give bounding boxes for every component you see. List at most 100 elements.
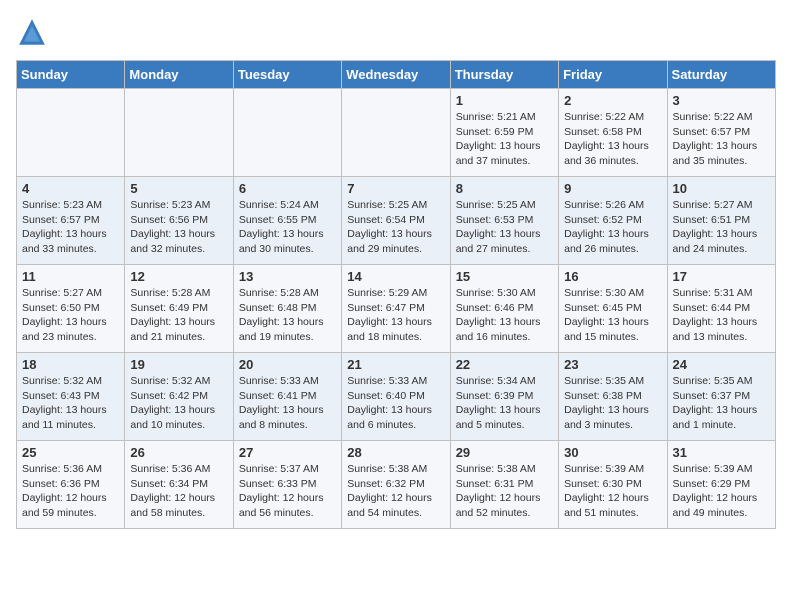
- calendar-cell: 21Sunrise: 5:33 AMSunset: 6:40 PMDayligh…: [342, 353, 450, 441]
- cell-info: Sunrise: 5:23 AMSunset: 6:57 PMDaylight:…: [22, 198, 119, 257]
- day-number: 20: [239, 357, 336, 372]
- cell-info: Sunrise: 5:26 AMSunset: 6:52 PMDaylight:…: [564, 198, 661, 257]
- calendar-cell: 8 Sunrise: 5:25 AMSunset: 6:53 PMDaylight…: [450, 177, 558, 265]
- calendar-cell: 14Sunrise: 5:29 AMSunset: 6:47 PMDayligh…: [342, 265, 450, 353]
- day-number: 27: [239, 445, 336, 460]
- header-day-friday: Friday: [559, 61, 667, 89]
- header-day-wednesday: Wednesday: [342, 61, 450, 89]
- calendar-cell: 11 Sunrise: 5:27 AMSunset: 6:50 PMDayligh…: [17, 265, 125, 353]
- calendar-cell: 29 Sunrise: 5:38 AMSunset: 6:31 PMDayligh…: [450, 441, 558, 529]
- logo: [16, 16, 52, 48]
- cell-info: Sunrise: 5:36 AMSunset: 6:34 PMDaylight:…: [130, 462, 227, 521]
- cell-info: Sunrise: 5:34 AMSunset: 6:39 PMDaylight:…: [456, 374, 553, 433]
- day-number: 12: [130, 269, 227, 284]
- cell-info: Sunrise: 5:28 AMSunset: 6:48 PMDaylight:…: [239, 286, 336, 345]
- calendar-cell: 13 Sunrise: 5:28 AMSunset: 6:48 PMDayligh…: [233, 265, 341, 353]
- header-day-saturday: Saturday: [667, 61, 775, 89]
- calendar-cell: 22 Sunrise: 5:34 AMSunset: 6:39 PMDayligh…: [450, 353, 558, 441]
- calendar-cell: [125, 89, 233, 177]
- calendar-cell: 19Sunrise: 5:32 AMSunset: 6:42 PMDayligh…: [125, 353, 233, 441]
- calendar-cell: 6 Sunrise: 5:24 AMSunset: 6:55 PMDaylight…: [233, 177, 341, 265]
- day-number: 14: [347, 269, 444, 284]
- cell-info: Sunrise: 5:33 AMSunset: 6:41 PMDaylight:…: [239, 374, 336, 433]
- day-number: 21: [347, 357, 444, 372]
- day-number: 18: [22, 357, 119, 372]
- page-header: [16, 16, 776, 48]
- day-number: 4: [22, 181, 119, 196]
- cell-info: Sunrise: 5:24 AMSunset: 6:55 PMDaylight:…: [239, 198, 336, 257]
- header-day-tuesday: Tuesday: [233, 61, 341, 89]
- calendar-cell: 2 Sunrise: 5:22 AMSunset: 6:58 PMDaylight…: [559, 89, 667, 177]
- cell-info: Sunrise: 5:30 AMSunset: 6:45 PMDaylight:…: [564, 286, 661, 345]
- day-number: 17: [673, 269, 770, 284]
- cell-info: Sunrise: 5:23 AMSunset: 6:56 PMDaylight:…: [130, 198, 227, 257]
- day-number: 28: [347, 445, 444, 460]
- day-number: 9: [564, 181, 661, 196]
- cell-info: Sunrise: 5:31 AMSunset: 6:44 PMDaylight:…: [673, 286, 770, 345]
- calendar-cell: 26 Sunrise: 5:36 AMSunset: 6:34 PMDayligh…: [125, 441, 233, 529]
- day-number: 31: [673, 445, 770, 460]
- day-number: 3: [673, 93, 770, 108]
- day-number: 16: [564, 269, 661, 284]
- calendar-cell: 17 Sunrise: 5:31 AMSunset: 6:44 PMDayligh…: [667, 265, 775, 353]
- calendar-cell: 18 Sunrise: 5:32 AMSunset: 6:43 PMDayligh…: [17, 353, 125, 441]
- cell-info: Sunrise: 5:35 AMSunset: 6:37 PMDaylight:…: [673, 374, 770, 433]
- cell-info: Sunrise: 5:27 AMSunset: 6:51 PMDaylight:…: [673, 198, 770, 257]
- cell-info: Sunrise: 5:38 AMSunset: 6:32 PMDaylight:…: [347, 462, 444, 521]
- week-row-1: 1Sunrise: 5:21 AMSunset: 6:59 PMDaylight…: [17, 89, 776, 177]
- calendar-cell: 12 Sunrise: 5:28 AMSunset: 6:49 PMDayligh…: [125, 265, 233, 353]
- calendar-cell: 15 Sunrise: 5:30 AMSunset: 6:46 PMDayligh…: [450, 265, 558, 353]
- cell-info: Sunrise: 5:35 AMSunset: 6:38 PMDaylight:…: [564, 374, 661, 433]
- cell-info: Sunrise: 5:25 AMSunset: 6:54 PMDaylight:…: [347, 198, 444, 257]
- calendar-cell: [233, 89, 341, 177]
- cell-info: Sunrise: 5:36 AMSunset: 6:36 PMDaylight:…: [22, 462, 119, 521]
- day-number: 5: [130, 181, 227, 196]
- cell-info: Sunrise: 5:25 AMSunset: 6:53 PMDaylight:…: [456, 198, 553, 257]
- calendar-cell: 5 Sunrise: 5:23 AMSunset: 6:56 PMDaylight…: [125, 177, 233, 265]
- calendar-cell: 23 Sunrise: 5:35 AMSunset: 6:38 PMDayligh…: [559, 353, 667, 441]
- calendar-cell: 4 Sunrise: 5:23 AMSunset: 6:57 PMDaylight…: [17, 177, 125, 265]
- day-number: 23: [564, 357, 661, 372]
- day-number: 1: [456, 93, 553, 108]
- calendar-cell: 24Sunrise: 5:35 AMSunset: 6:37 PMDayligh…: [667, 353, 775, 441]
- cell-info: Sunrise: 5:38 AMSunset: 6:31 PMDaylight:…: [456, 462, 553, 521]
- cell-info: Sunrise: 5:30 AMSunset: 6:46 PMDaylight:…: [456, 286, 553, 345]
- calendar-cell: 28 Sunrise: 5:38 AMSunset: 6:32 PMDayligh…: [342, 441, 450, 529]
- day-number: 11: [22, 269, 119, 284]
- calendar-cell: 16 Sunrise: 5:30 AMSunset: 6:45 PMDayligh…: [559, 265, 667, 353]
- day-number: 7: [347, 181, 444, 196]
- week-row-3: 11 Sunrise: 5:27 AMSunset: 6:50 PMDayligh…: [17, 265, 776, 353]
- header-day-thursday: Thursday: [450, 61, 558, 89]
- calendar-cell: [17, 89, 125, 177]
- cell-info: Sunrise: 5:39 AMSunset: 6:30 PMDaylight:…: [564, 462, 661, 521]
- cell-info: Sunrise: 5:28 AMSunset: 6:49 PMDaylight:…: [130, 286, 227, 345]
- cell-info: Sunrise: 5:37 AMSunset: 6:33 PMDaylight:…: [239, 462, 336, 521]
- day-number: 15: [456, 269, 553, 284]
- header-row: SundayMondayTuesdayWednesdayThursdayFrid…: [17, 61, 776, 89]
- calendar-cell: [342, 89, 450, 177]
- cell-info: Sunrise: 5:32 AMSunset: 6:42 PMDaylight:…: [130, 374, 227, 433]
- calendar-cell: 10 Sunrise: 5:27 AMSunset: 6:51 PMDayligh…: [667, 177, 775, 265]
- logo-icon: [16, 16, 48, 48]
- calendar-cell: 9 Sunrise: 5:26 AMSunset: 6:52 PMDaylight…: [559, 177, 667, 265]
- day-number: 6: [239, 181, 336, 196]
- cell-info: Sunrise: 5:22 AMSunset: 6:58 PMDaylight:…: [564, 110, 661, 169]
- day-number: 22: [456, 357, 553, 372]
- cell-info: Sunrise: 5:27 AMSunset: 6:50 PMDaylight:…: [22, 286, 119, 345]
- calendar-table: SundayMondayTuesdayWednesdayThursdayFrid…: [16, 60, 776, 529]
- day-number: 10: [673, 181, 770, 196]
- calendar-cell: 25 Sunrise: 5:36 AMSunset: 6:36 PMDayligh…: [17, 441, 125, 529]
- calendar-cell: 30Sunrise: 5:39 AMSunset: 6:30 PMDayligh…: [559, 441, 667, 529]
- calendar-cell: 1Sunrise: 5:21 AMSunset: 6:59 PMDaylight…: [450, 89, 558, 177]
- calendar-cell: 31Sunrise: 5:39 AMSunset: 6:29 PMDayligh…: [667, 441, 775, 529]
- day-number: 25: [22, 445, 119, 460]
- week-row-4: 18 Sunrise: 5:32 AMSunset: 6:43 PMDayligh…: [17, 353, 776, 441]
- day-number: 29: [456, 445, 553, 460]
- calendar-cell: 27 Sunrise: 5:37 AMSunset: 6:33 PMDayligh…: [233, 441, 341, 529]
- day-number: 26: [130, 445, 227, 460]
- day-number: 8: [456, 181, 553, 196]
- week-row-2: 4 Sunrise: 5:23 AMSunset: 6:57 PMDaylight…: [17, 177, 776, 265]
- day-number: 2: [564, 93, 661, 108]
- cell-info: Sunrise: 5:32 AMSunset: 6:43 PMDaylight:…: [22, 374, 119, 433]
- day-number: 13: [239, 269, 336, 284]
